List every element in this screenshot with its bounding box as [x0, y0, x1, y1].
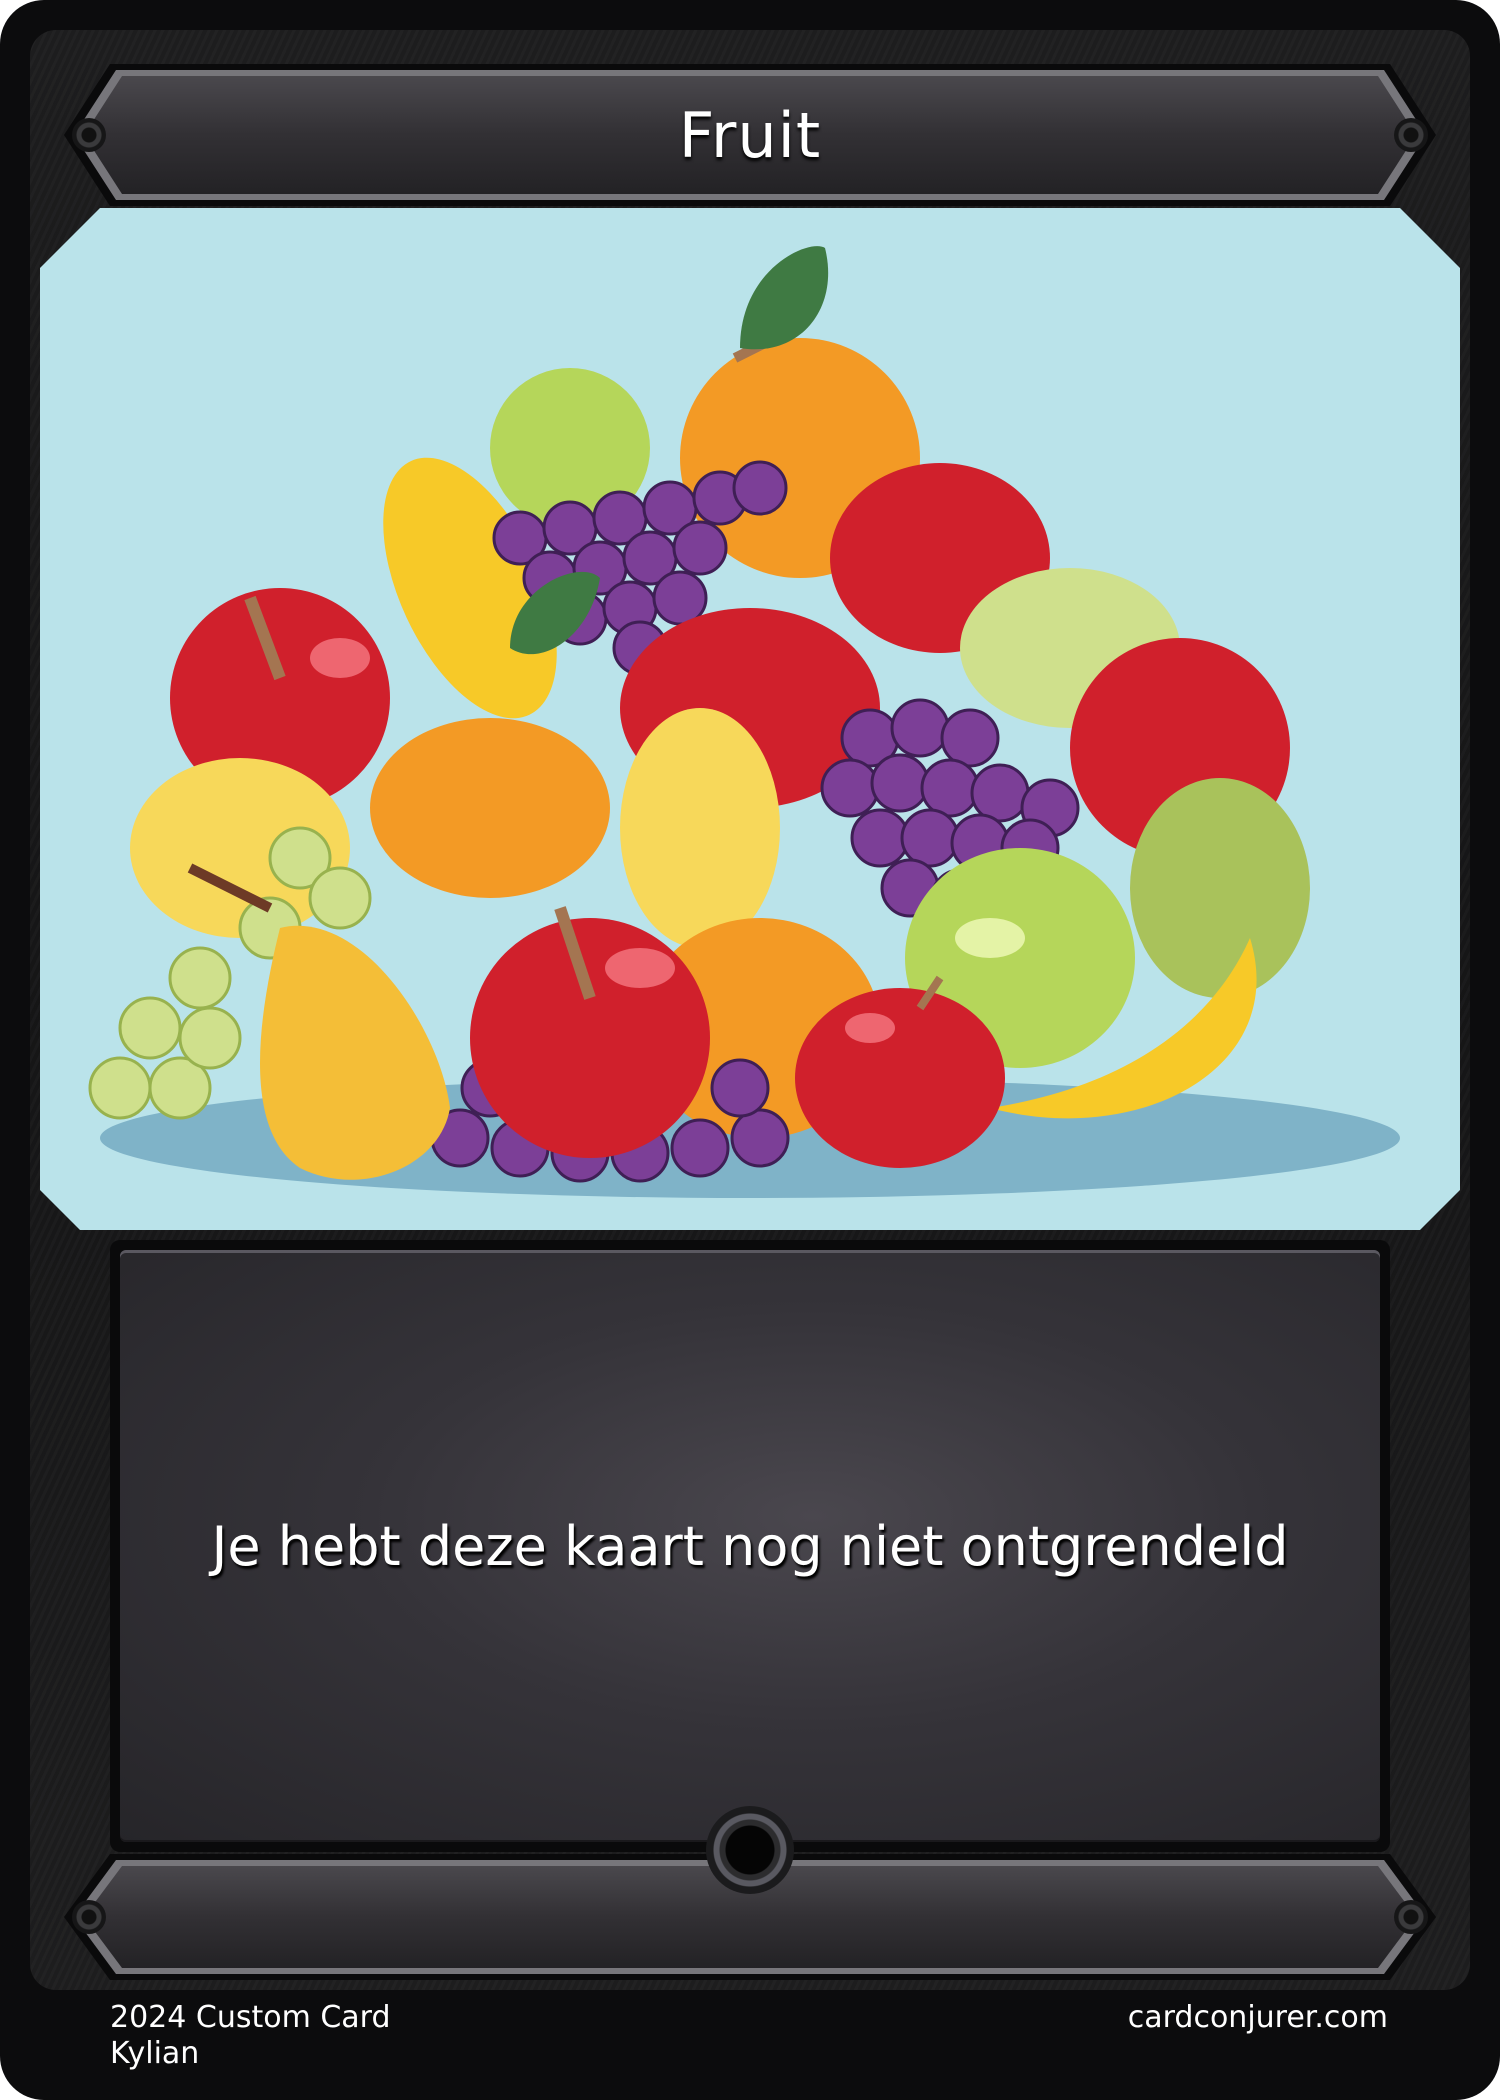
fruit-pile-illustration-icon	[88, 246, 1400, 1198]
footer-site: cardconjurer.com	[1127, 2000, 1388, 2035]
card: Fruit Je hebt deze kaart nog niet ontgre…	[0, 0, 1500, 2100]
footer-year: 2024 Custom Card	[110, 2000, 391, 2035]
rules-text-panel: Je hebt deze kaart nog niet ontgrendeld	[120, 1250, 1380, 1842]
footer-artist: Kylian	[110, 2036, 200, 2071]
title-bar: Fruit	[60, 62, 1440, 208]
set-symbol-icon	[706, 1806, 794, 1894]
footer-credit: 2024 Custom Card Kylian	[110, 2000, 391, 2072]
rules-text: Je hebt deze kaart nog niet ontgrendeld	[211, 1514, 1289, 1578]
card-art	[40, 208, 1460, 1230]
card-title: Fruit	[678, 98, 822, 172]
rules-text-box: Je hebt deze kaart nog niet ontgrendeld	[110, 1240, 1390, 1852]
rivet-icon	[1394, 1900, 1428, 1934]
rivet-icon	[72, 1900, 106, 1934]
